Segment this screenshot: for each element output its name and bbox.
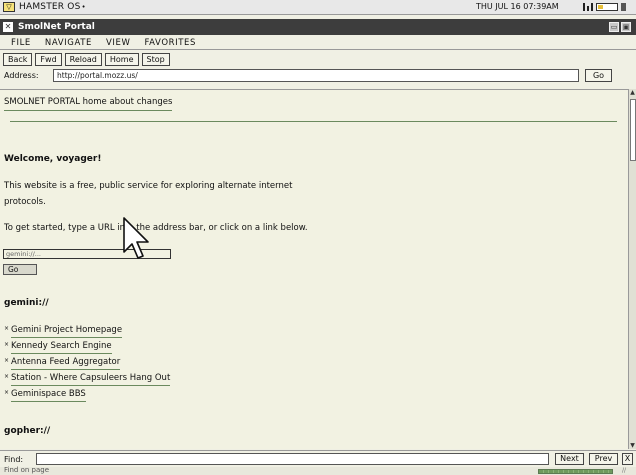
status-bar: Find on page // xyxy=(0,466,636,475)
network-icon[interactable] xyxy=(583,3,593,11)
page-viewport[interactable]: SMOLNET PORTAL home about changes Welcom… xyxy=(0,89,628,449)
intro-paragraph: This website is a free, public service f… xyxy=(4,181,293,207)
instructions-paragraph: To get started, type a URL into the addr… xyxy=(4,223,308,233)
divider xyxy=(10,121,617,122)
navigation-toolbar: Back Fwd Reload Home Stop xyxy=(0,51,636,68)
link-station[interactable]: Station - Where Capsuleers Hang Out xyxy=(11,373,171,386)
forward-button[interactable]: Fwd xyxy=(35,53,62,66)
menu-navigate[interactable]: NAVIGATE xyxy=(45,38,92,48)
window-title: SmolNet Portal xyxy=(18,22,95,32)
mouse-pointer-icon xyxy=(123,217,149,259)
bullet-icon: × xyxy=(4,373,10,380)
address-go-button[interactable]: Go xyxy=(585,69,612,82)
reload-button[interactable]: Reload xyxy=(64,53,102,66)
battery-level-fill xyxy=(598,5,604,9)
os-name[interactable]: HAMSTER OS xyxy=(19,2,81,12)
list-item: × Gemini Project Homepage xyxy=(4,325,123,338)
portal-go-button[interactable]: Go xyxy=(3,264,37,275)
bullet-icon: × xyxy=(4,341,10,348)
scroll-up-icon[interactable]: ▲ xyxy=(629,89,636,96)
address-label: Address: xyxy=(4,71,39,80)
find-input[interactable] xyxy=(36,453,549,465)
menu-favorites[interactable]: FAVORITES xyxy=(144,38,196,48)
os-top-bar: ▽ HAMSTER OS • THU JUL 16 07:39AM xyxy=(0,0,636,15)
site-nav[interactable]: SMOLNET PORTAL home about changes xyxy=(4,97,173,111)
address-input[interactable]: http://portal.mozz.us/ xyxy=(53,69,579,82)
find-close-button[interactable]: X xyxy=(622,453,633,465)
load-progress-fill xyxy=(539,470,612,473)
stop-button[interactable]: Stop xyxy=(141,53,170,66)
list-item: × Kennedy Search Engine xyxy=(4,341,112,354)
gopher-heading: gopher:// xyxy=(4,426,51,436)
find-next-button[interactable]: Next xyxy=(555,453,584,465)
window-controls: ▭ ▣ xyxy=(609,22,631,32)
system-tray xyxy=(583,3,626,11)
window-maximize-icon[interactable]: ▣ xyxy=(621,22,631,32)
battery-icon[interactable] xyxy=(596,3,618,11)
vertical-scrollbar[interactable]: ▲ ▼ xyxy=(628,89,636,449)
menu-extra-icon[interactable] xyxy=(621,3,626,11)
list-item: × Station - Where Capsuleers Hang Out xyxy=(4,373,171,386)
window-close-icon[interactable]: ✕ xyxy=(3,22,13,32)
home-button[interactable]: Home xyxy=(104,53,139,66)
bullet-icon: × xyxy=(4,325,10,332)
list-item: × Geminispace BBS xyxy=(4,389,86,402)
menu-view[interactable]: VIEW xyxy=(106,38,131,48)
link-gemini-project[interactable]: Gemini Project Homepage xyxy=(11,325,123,338)
window-minimize-icon[interactable]: ▭ xyxy=(609,22,619,32)
status-end: // xyxy=(622,467,627,474)
find-prev-button[interactable]: Prev xyxy=(589,453,618,465)
address-bar: Address: http://portal.mozz.us/ Go xyxy=(0,68,636,84)
os-name-suffix: • xyxy=(81,3,86,11)
gemini-heading: gemini:// xyxy=(4,298,49,308)
back-button[interactable]: Back xyxy=(3,53,33,66)
menu-bar: FILE NAVIGATE VIEW FAVORITES xyxy=(0,36,636,50)
link-geminispace-bbs[interactable]: Geminispace BBS xyxy=(11,389,86,402)
status-text: Find on page xyxy=(4,466,49,474)
menu-file[interactable]: FILE xyxy=(11,38,31,48)
scroll-down-icon[interactable]: ▼ xyxy=(629,442,636,449)
find-label: Find: xyxy=(4,455,24,464)
bullet-icon: × xyxy=(4,389,10,396)
link-antenna[interactable]: Antenna Feed Aggregator xyxy=(11,357,121,370)
bullet-icon: × xyxy=(4,357,10,364)
find-bar: Find: Next Prev X xyxy=(0,450,636,466)
load-progress-bar xyxy=(538,469,613,474)
hamster-logo-icon[interactable]: ▽ xyxy=(3,2,15,12)
welcome-heading: Welcome, voyager! xyxy=(4,154,102,164)
link-kennedy-search[interactable]: Kennedy Search Engine xyxy=(11,341,112,354)
scroll-thumb[interactable] xyxy=(630,99,636,161)
window-title-bar[interactable]: ✕ SmolNet Portal ▭ ▣ xyxy=(0,19,636,35)
list-item: × Antenna Feed Aggregator xyxy=(4,357,121,370)
system-clock[interactable]: THU JUL 16 07:39AM xyxy=(476,2,559,11)
